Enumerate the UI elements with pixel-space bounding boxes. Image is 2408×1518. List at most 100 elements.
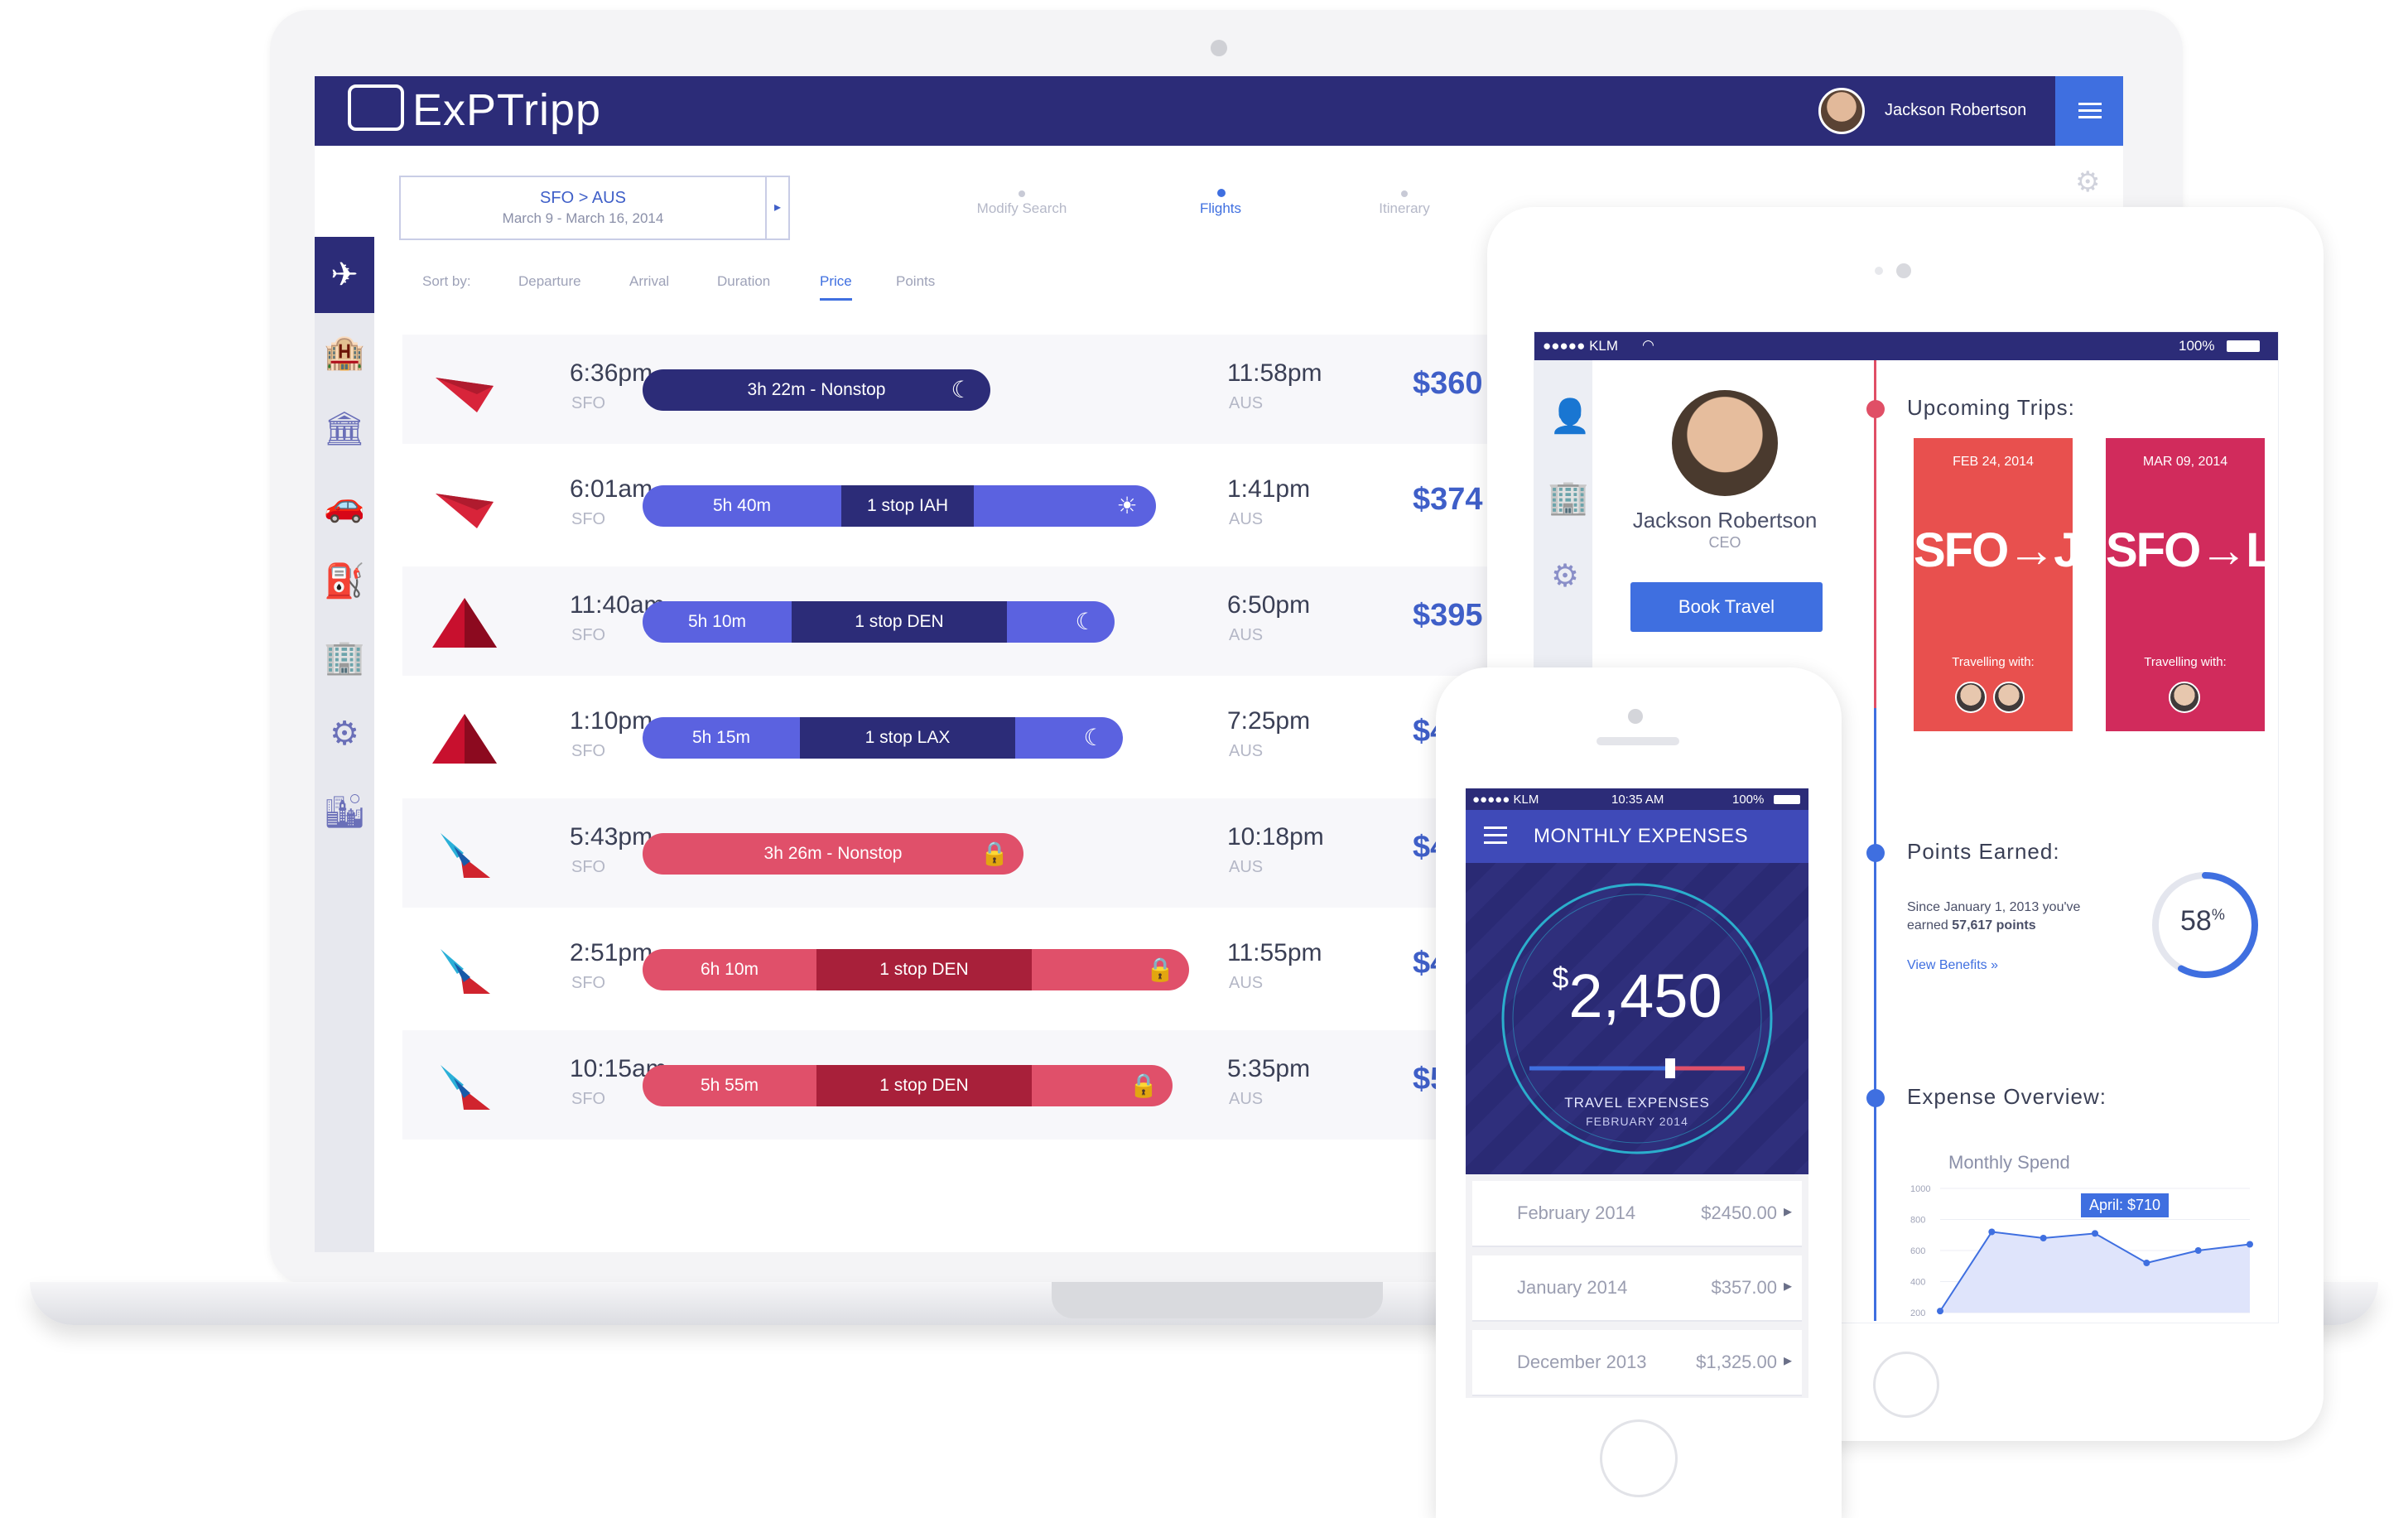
gear-icon[interactable]: ⚙ [2075, 166, 2108, 199]
y-tick-label: 200 [1910, 1308, 1925, 1318]
trip-date: MAR 09, 2014 [2142, 455, 2228, 469]
airline-logo [427, 477, 502, 535]
duration-bar[interactable]: 5h 55m 1 stop DEN 🔒 [643, 1065, 1173, 1106]
hotel-icon[interactable]: 🏨 [315, 328, 374, 378]
arrival-airport: AUS [1229, 394, 1264, 412]
sort-arrival[interactable]: Arrival [629, 273, 669, 290]
sort-departure[interactable]: Departure [518, 273, 581, 290]
departure-airport: SFO [571, 394, 606, 412]
flight-price: $360 [1413, 366, 1483, 401]
duration-bar[interactable]: 5h 15m 1 stop LAX ☾ [643, 717, 1123, 759]
building-icon[interactable]: 🏢 [315, 633, 374, 682]
chevron-right-icon[interactable]: ▸ [767, 176, 790, 240]
step-modify-search[interactable]: Modify Search [939, 200, 1105, 217]
avatar[interactable] [1955, 682, 1987, 713]
duration-bar[interactable]: 3h 26m - Nonstop 🔒 [643, 833, 1023, 875]
list-item[interactable]: February 2014 $2450.00 ▸ [1472, 1181, 1802, 1247]
plane-icon: ✈ [330, 257, 359, 293]
route-selector[interactable]: SFO > AUS March 9 - March 16, 2014 [399, 176, 767, 240]
flight-row[interactable]: 2:51pm SFO 11:55pm AUS $4 6h 10m 1 stop DEN 🔒 [402, 914, 1562, 1024]
sort-points[interactable]: Points [896, 273, 935, 290]
arrival-time: 11:58pm [1227, 359, 1322, 387]
lock-icon: 🔒 [1129, 1072, 1158, 1098]
avatar[interactable] [1993, 682, 2025, 713]
spend-point[interactable] [2247, 1241, 2253, 1248]
flight-row[interactable]: 11:40am SFO 6:50pm AUS $395 5h 10m 1 stop DEN ☾ [402, 566, 1562, 676]
spend-point[interactable] [2143, 1260, 2150, 1266]
book-travel-button[interactable]: Book Travel [1630, 582, 1823, 632]
points-description: Since January 1, 2013 you've earned 57,6… [1907, 899, 2155, 935]
car-icon[interactable]: 🚗 [315, 480, 374, 530]
arrival-time: 5:35pm [1227, 1055, 1311, 1082]
flight-row[interactable]: 10:15am SFO 5:35pm AUS $5 5h 55m 1 stop DEN 🔒 [402, 1030, 1562, 1140]
route-dates: March 9 - March 16, 2014 [502, 210, 664, 226]
city-icon[interactable]: 🏙 [315, 787, 374, 836]
view-benefits-link[interactable]: View Benefits » [1907, 958, 1998, 973]
upcoming-trips-title: Upcoming Trips: [1907, 395, 2075, 420]
y-tick-label: 400 [1910, 1278, 1925, 1288]
departure-airport: SFO [571, 858, 606, 876]
expense-label: TRAVEL EXPENSES [1564, 1095, 1710, 1111]
user-name[interactable]: Jackson Robertson [1885, 101, 2026, 120]
gear-icon[interactable]: ⚙ [1551, 557, 1579, 595]
duration-bar[interactable]: 6h 10m 1 stop DEN 🔒 [643, 949, 1189, 990]
flight-row[interactable]: 6:01am SFO 1:41pm AUS $374 5h 40m 1 stop IAH ☀ [402, 451, 1562, 560]
hamburger-icon-line [2078, 109, 2102, 112]
page-title: MONTHLY EXPENSES [1534, 825, 1749, 847]
flight-row[interactable]: 1:10pm SFO 7:25pm AUS $4 5h 15m 1 stop LAX ☾ [402, 682, 1562, 792]
phone-header: MONTHLY EXPENSES [1466, 810, 1808, 863]
duration-bar[interactable]: 3h 22m - Nonstop ☾ [643, 369, 990, 411]
spend-point[interactable] [1937, 1308, 1943, 1315]
profile-title: CEO [1708, 534, 1741, 551]
spend-point[interactable] [2194, 1247, 2202, 1254]
step-dot [1019, 190, 1025, 197]
tablet-home-button[interactable] [1873, 1352, 1939, 1418]
hamburger-icon [2078, 103, 2102, 105]
menu-button[interactable] [2055, 76, 2123, 146]
profile-avatar[interactable] [1672, 390, 1778, 496]
hamburger-icon-line [1484, 834, 1507, 836]
duration-bar[interactable]: 5h 10m 1 stop DEN ☾ [643, 601, 1115, 643]
avatar[interactable] [2169, 682, 2200, 713]
departure-time: 1:10pm [570, 707, 653, 735]
sidebar-item-flights[interactable]: ✈ [315, 237, 374, 313]
points-earned-title: Points Earned: [1907, 839, 2060, 864]
spend-point[interactable] [1988, 1228, 1996, 1236]
duration-bar[interactable]: 5h 40m 1 stop IAH ☀ [643, 485, 1156, 527]
timeline-dot [1866, 1089, 1885, 1107]
flight-row[interactable]: 5:43pm SFO 10:18pm AUS $4 3h 26m - Nonstop 🔒 [402, 798, 1562, 908]
tablet-status-bar: ●●●●● KLM ◠ 100% [1534, 332, 2278, 360]
spend-point[interactable] [2092, 1230, 2098, 1237]
sun-icon: ☀ [1116, 493, 1138, 518]
hamburger-icon[interactable] [1484, 826, 1507, 845]
sort-price[interactable]: Price [820, 273, 852, 301]
building-icon[interactable]: 🏢 [1548, 478, 1589, 517]
sort-label: Sort by: [422, 273, 471, 289]
departure-airport: SFO [571, 626, 606, 644]
spend-point[interactable] [2040, 1235, 2047, 1241]
y-tick-label: 1000 [1910, 1184, 1930, 1194]
app-logo[interactable]: ExPTripp [412, 84, 601, 136]
phone-home-button[interactable] [1600, 1419, 1678, 1497]
trip-card[interactable]: FEB 24, 2014 SFO→JFK Travelling with: [1914, 438, 2141, 731]
avatar[interactable] [1818, 88, 1865, 134]
tablet-sensor [1875, 267, 1883, 275]
sort-duration[interactable]: Duration [717, 273, 770, 290]
user-icon[interactable]: 👤 [1549, 397, 1591, 436]
list-item[interactable]: December 2013 $1,325.00 ▸ [1472, 1330, 1802, 1396]
step-flights[interactable]: Flights [1138, 200, 1303, 217]
stop-label: 1 stop LAX [800, 717, 1015, 759]
flight-row[interactable]: 6:36pm SFO 11:58pm AUS $360 3h 22m - Nonstop ☾ [402, 335, 1562, 444]
restaurant-icon[interactable]: 🏛 [315, 404, 374, 454]
step-dot [1401, 190, 1408, 197]
airline-logo [427, 361, 502, 419]
gas-icon[interactable]: ⛽ [315, 557, 374, 606]
gear-icon[interactable]: ⚙ [315, 709, 374, 759]
arrival-time: 1:41pm [1227, 475, 1311, 503]
list-item[interactable]: January 2014 $357.00 ▸ [1472, 1255, 1802, 1322]
step-itinerary[interactable]: Itinerary [1322, 200, 1487, 217]
duration-label: 5h 10m [687, 612, 747, 631]
trip-card[interactable]: MAR 09, 2014 SFO→LHR Travelling with: [2106, 438, 2278, 731]
moon-icon: ☾ [951, 377, 972, 402]
departure-time: 2:51pm [570, 939, 653, 966]
